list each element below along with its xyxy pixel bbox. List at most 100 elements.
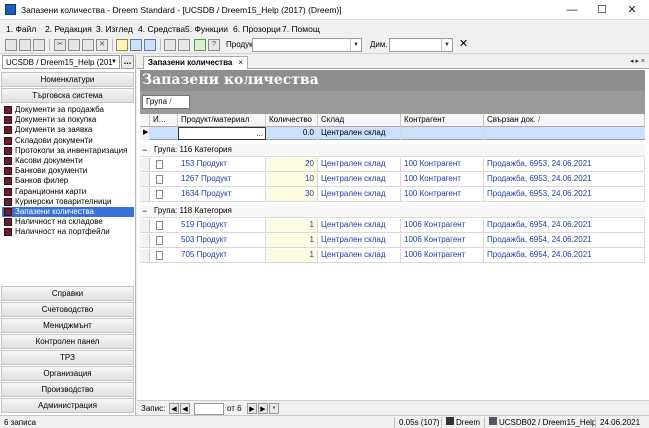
section-organization[interactable]: Организация (1, 366, 134, 381)
paste-icon[interactable] (82, 39, 94, 51)
tab-bar: Запазени количества × ◂ ▸ × (137, 55, 649, 69)
new-row-qty[interactable]: 0.0 (266, 127, 318, 140)
section-administration[interactable]: Администрация (1, 398, 134, 413)
document-icon (4, 218, 12, 227)
document-icon (4, 177, 12, 186)
sidebar-item[interactable]: Протоколи за инвентаризация (2, 146, 134, 156)
tab-scroll-controls[interactable]: ◂ ▸ × (630, 57, 645, 65)
status-bar: 6 записа 0.05s (107) Dreem UCSDB02 / Dre… (0, 415, 649, 428)
table-row[interactable]: 1634 Продукт 30 Централен склад 100 Конт… (140, 188, 645, 202)
prev-record-button[interactable]: ◀ (180, 403, 190, 414)
header-product[interactable]: Продукт/материал (178, 114, 266, 127)
delete-icon[interactable]: ✕ (96, 39, 108, 51)
sidebar-item-selected[interactable]: Запазени количества (2, 206, 134, 218)
group-row[interactable]: − Група: 116 Категория (140, 144, 645, 157)
section-accounting[interactable]: Счетоводство (1, 302, 134, 317)
sidebar-item[interactable]: Наличност на портфейли (2, 227, 134, 237)
section-trade-system[interactable]: Търговска система (1, 88, 134, 103)
table-row[interactable]: 153 Продукт 20 Централен склад 100 Контр… (140, 158, 645, 172)
next-record-button[interactable]: ▶ (247, 403, 257, 414)
sidebar-item[interactable]: Наличност на складове (2, 217, 134, 227)
document-icon (4, 106, 12, 114)
close-tab-icon[interactable]: × (238, 58, 243, 67)
preview-icon[interactable] (144, 39, 156, 51)
header-quantity[interactable]: Количество (266, 114, 318, 127)
maximize-button[interactable]: ☐ (587, 0, 617, 20)
database-browse-button[interactable]: ... (121, 55, 134, 69)
header-partner[interactable]: Контрагент (401, 114, 484, 127)
sidebar-item[interactable]: Куриерски товарителници (2, 197, 134, 207)
minimize-button[interactable]: — (557, 0, 587, 20)
menu-windows[interactable]: 6. Прозорци (233, 24, 281, 34)
page-title: Запазени количества (140, 70, 645, 91)
sidebar-item[interactable]: Документи за продажба (2, 105, 134, 115)
database-select[interactable]: UCSDB / Dreem15_Help (201 ▼ (2, 55, 120, 69)
close-window-button[interactable]: ✕ (617, 0, 647, 20)
user-icon (446, 417, 454, 425)
table-row[interactable]: 519 Продукт 1 Централен склад 1006 Контр… (140, 219, 645, 233)
group-chip[interactable]: Група / (142, 95, 190, 109)
document-icon (156, 236, 163, 245)
sidebar-item[interactable]: Банков филер (2, 176, 134, 186)
new-record-button[interactable]: * (269, 403, 279, 414)
clear-filter-button[interactable]: ✕ (456, 38, 471, 52)
header-indicator (140, 114, 150, 127)
dim-select[interactable]: ▼ (389, 38, 453, 52)
copy-icon[interactable] (68, 39, 80, 51)
menu-functions[interactable]: 5. Функции (185, 24, 228, 34)
toolbar-separator (49, 39, 50, 51)
document-icon (4, 146, 12, 155)
table-row[interactable]: 503 Продукт 1 Централен склад 1006 Контр… (140, 234, 645, 248)
product-input[interactable]: ... (178, 127, 266, 140)
table-row[interactable]: 1267 Продукт 10 Централен склад 100 Конт… (140, 173, 645, 187)
open-icon[interactable] (19, 39, 31, 51)
sidebar-item[interactable]: Гаранционни карти (2, 187, 134, 197)
print-icon[interactable] (130, 39, 142, 51)
header-warehouse[interactable]: Склад (318, 114, 401, 127)
record-number-input[interactable] (194, 403, 224, 415)
section-nomenclatures[interactable]: Номенклатури (1, 72, 134, 87)
menu-edit[interactable]: 2. Редакция (45, 24, 92, 34)
tab-reserved-quantities[interactable]: Запазени количества × (143, 56, 249, 69)
group-row[interactable]: − Група: 118 Категория (140, 205, 645, 218)
last-record-button[interactable]: ▶ (258, 403, 268, 414)
sidebar-items: Документи за продажба Документи за покуп… (2, 105, 134, 237)
edit-icon[interactable] (164, 39, 176, 51)
sidebar-item[interactable]: Банкови документи (2, 166, 134, 176)
product-select[interactable]: ▼ (252, 38, 362, 52)
first-record-button[interactable]: ◀ (169, 403, 179, 414)
status-date: 24.06.2021 (595, 417, 640, 428)
table-row[interactable]: 705 Продукт 1 Централен склад 1006 Контр… (140, 249, 645, 263)
help-icon[interactable]: ? (208, 39, 220, 51)
browse-dots-icon[interactable]: ... (256, 128, 263, 139)
document-icon (4, 197, 12, 206)
new-row-partner[interactable] (401, 127, 484, 140)
sidebar-item[interactable]: Документи за заявка (2, 125, 134, 135)
menu-file[interactable]: 1. Файл (6, 24, 36, 34)
menu-help[interactable]: 7. Помощ (282, 24, 320, 34)
new-row[interactable]: ▶ ... 0.0 Централен склад (140, 127, 645, 140)
section-management[interactable]: Мениджмънт (1, 318, 134, 333)
sidebar-item[interactable]: Документи за покупка (2, 115, 134, 125)
sidebar-item[interactable]: Касови документи (2, 156, 134, 166)
new-row-warehouse[interactable]: Централен склад (318, 127, 401, 140)
menu-view[interactable]: 3. Изглед (96, 24, 133, 34)
header-linked-doc[interactable]: Свързан док. / (484, 114, 645, 127)
cut-icon[interactable]: ✂ (54, 39, 66, 51)
section-reports[interactable]: Справки (1, 286, 134, 301)
header-icon[interactable]: И... (150, 114, 178, 127)
refresh-icon[interactable] (194, 39, 206, 51)
form-icon[interactable] (178, 39, 190, 51)
sidebar-item[interactable]: Складови документи (2, 136, 134, 146)
menu-tools[interactable]: 4. Средства (138, 24, 185, 34)
section-production[interactable]: Производство (1, 382, 134, 397)
main-content: Запазени количества × ◂ ▸ × Запазени коли… (137, 55, 649, 416)
filter-icon[interactable] (116, 39, 128, 51)
record-navigator: Запис: ◀ ◀ от 6 ▶ ▶ * (137, 400, 649, 416)
collapse-icon[interactable]: − (142, 144, 147, 156)
section-control-panel[interactable]: Контролен панел (1, 334, 134, 349)
collapse-icon[interactable]: − (142, 205, 147, 217)
save-icon[interactable] (33, 39, 45, 51)
section-payroll[interactable]: ТРЗ (1, 350, 134, 365)
new-icon[interactable] (5, 39, 17, 51)
